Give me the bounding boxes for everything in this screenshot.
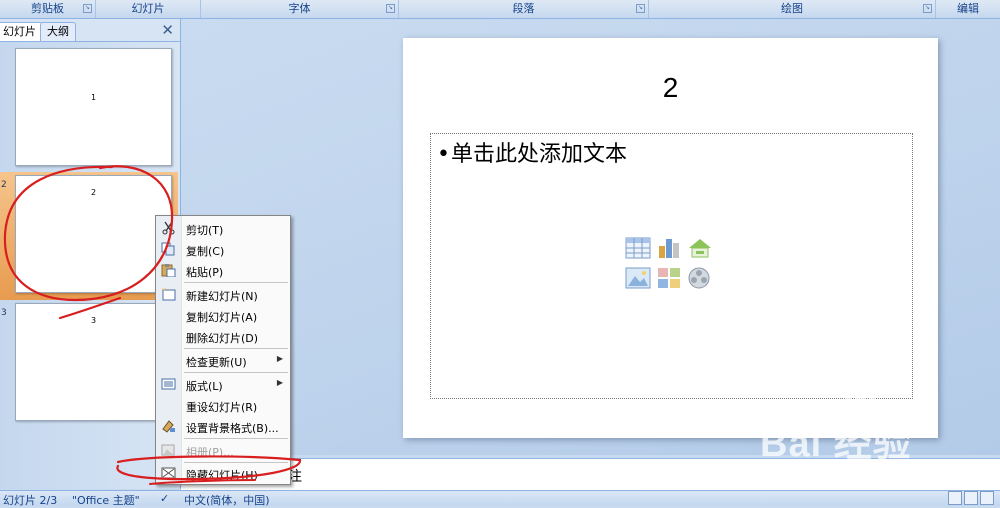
ribbon-group-drawing[interactable]: 绘图 ↘ bbox=[649, 0, 936, 18]
ribbon-group-label: 剪贴板 bbox=[31, 2, 64, 15]
dialog-launcher-icon[interactable]: ↘ bbox=[386, 4, 395, 13]
ribbon-group-label: 字体 bbox=[288, 2, 311, 15]
menu-item-paste[interactable]: 粘贴(P) bbox=[156, 260, 290, 281]
menu-item-label: 剪切(T) bbox=[186, 224, 224, 237]
ribbon-group-label: 幻灯片 bbox=[131, 2, 165, 15]
menu-item-label: 隐藏幻灯片(H) bbox=[186, 469, 258, 482]
language-indicator[interactable]: 中文(简体，中国) bbox=[184, 492, 270, 508]
ribbon-group-labels: 剪贴板 ↘ 幻灯片 字体 ↘ 段落 ↘ 绘图 ↘ 编辑 bbox=[0, 0, 1000, 19]
slide-thumbnail-1[interactable]: 1 bbox=[15, 48, 172, 166]
menu-item-duplicate-slide[interactable]: 复制幻灯片(A) bbox=[156, 305, 290, 326]
paste-icon bbox=[161, 264, 176, 277]
dialog-launcher-icon[interactable]: ↘ bbox=[923, 4, 932, 13]
insert-chart-icon[interactable] bbox=[656, 236, 682, 260]
status-bar: 幻灯片 2/3 "Office 主题" ✓ 中文(简体，中国) bbox=[0, 490, 1000, 508]
menu-item-label: 版式(L) bbox=[186, 380, 223, 393]
slide-number: 2 bbox=[1, 180, 7, 190]
scissors-icon bbox=[162, 221, 175, 235]
menu-separator bbox=[184, 282, 288, 283]
slide-sorter-view-icon[interactable] bbox=[964, 491, 978, 505]
content-placeholder[interactable]: •单击此处添加文本 bbox=[430, 133, 913, 399]
menu-separator bbox=[184, 372, 288, 373]
bullet-label: 单击此处添加文本 bbox=[451, 142, 628, 167]
menu-item-label: 检查更新(U) bbox=[186, 356, 247, 369]
thumbnail-title: 3 bbox=[90, 316, 97, 325]
ribbon-group-label: 编辑 bbox=[957, 2, 979, 15]
slide-thumbnail-3[interactable]: 3 bbox=[15, 303, 172, 421]
menu-item-label: 设置背景格式(B)... bbox=[186, 422, 279, 435]
menu-item-photo-album: 相册(P)... bbox=[156, 440, 290, 461]
slide-counter: 幻灯片 2/3 bbox=[3, 494, 58, 507]
menu-separator bbox=[184, 438, 288, 439]
thumbnail-title: 2 bbox=[90, 188, 97, 197]
new-slide-icon bbox=[162, 288, 176, 301]
ribbon-group-font[interactable]: 字体 ↘ bbox=[201, 0, 399, 18]
menu-item-format-background[interactable]: 设置背景格式(B)... bbox=[156, 416, 290, 437]
menu-item-new-slide[interactable]: 新建幻灯片(N) bbox=[156, 284, 290, 305]
menu-item-label: 复制幻灯片(A) bbox=[186, 311, 258, 324]
menu-item-label: 删除幻灯片(D) bbox=[186, 332, 259, 345]
ribbon-group-label: 绘图 bbox=[781, 2, 803, 15]
hide-slide-icon bbox=[161, 467, 176, 479]
menu-item-cut[interactable]: 剪切(T) bbox=[156, 218, 290, 239]
ribbon-group-editing[interactable]: 编辑 bbox=[936, 0, 1000, 18]
slideshow-view-icon[interactable] bbox=[980, 491, 994, 505]
background-format-icon bbox=[162, 420, 175, 433]
ribbon-group-paragraph[interactable]: 段落 ↘ bbox=[399, 0, 649, 18]
ribbon-group-clipboard[interactable]: 剪贴板 ↘ bbox=[0, 0, 96, 18]
menu-item-hide-slide[interactable]: 隐藏幻灯片(H) bbox=[156, 463, 290, 484]
menu-item-layout[interactable]: 版式(L) ▶ bbox=[156, 374, 290, 395]
insert-picture-icon[interactable] bbox=[625, 266, 651, 290]
watermark-logo: Bai 经验 jingyan.baidu.com bbox=[760, 392, 990, 490]
insert-media-clip-icon[interactable] bbox=[687, 266, 713, 290]
ribbon-group-slides[interactable]: 幻灯片 bbox=[96, 0, 201, 18]
submenu-arrow-icon: ▶ bbox=[276, 378, 283, 387]
slide-number: 3 bbox=[1, 308, 7, 318]
ribbon-group-label: 段落 bbox=[512, 2, 535, 15]
dialog-launcher-icon[interactable]: ↘ bbox=[83, 4, 92, 13]
context-menu: 剪切(T) 复制(C) 粘贴(P) 新建幻灯片(N) 复制幻灯片(A) 删除幻灯… bbox=[155, 215, 291, 485]
menu-item-label: 重设幻灯片(R) bbox=[186, 401, 258, 414]
tab-outline[interactable]: 大纲 bbox=[40, 22, 76, 41]
current-slide[interactable]: 2 •单击此处添加文本 bbox=[403, 38, 938, 438]
menu-item-copy[interactable]: 复制(C) bbox=[156, 239, 290, 260]
slide-title[interactable]: 2 bbox=[403, 72, 938, 104]
menu-item-label: 相册(P)... bbox=[186, 446, 234, 459]
thumbnail-title: 1 bbox=[90, 93, 97, 102]
layout-icon bbox=[161, 378, 176, 390]
pane-tabs: 幻灯片 大纲 ✕ bbox=[0, 19, 180, 42]
normal-view-icon[interactable] bbox=[948, 491, 962, 505]
close-icon[interactable]: ✕ bbox=[161, 21, 174, 39]
submenu-arrow-icon: ▶ bbox=[276, 354, 283, 363]
theme-name[interactable]: "Office 主题" bbox=[72, 492, 140, 508]
menu-item-check-updates[interactable]: 检查更新(U) ▶ bbox=[156, 350, 290, 371]
watermark-url: jingyan.baidu.com bbox=[770, 460, 900, 476]
menu-item-reset-slide[interactable]: 重设幻灯片(R) bbox=[156, 395, 290, 416]
menu-item-label: 粘贴(P) bbox=[186, 266, 224, 279]
spell-check-icon[interactable]: ✓ bbox=[160, 492, 169, 505]
insert-smartart-icon[interactable] bbox=[687, 236, 713, 260]
photo-album-icon bbox=[161, 444, 175, 456]
tab-slides[interactable]: 幻灯片 bbox=[0, 22, 43, 41]
insert-content-icons bbox=[625, 236, 715, 296]
insert-clip-art-icon[interactable] bbox=[656, 266, 682, 290]
dialog-launcher-icon[interactable]: ↘ bbox=[636, 4, 645, 13]
slides-pane: 幻灯片 大纲 ✕ 1 2 2 3 3 bbox=[0, 19, 181, 489]
menu-item-label: 复制(C) bbox=[186, 245, 225, 258]
watermark-brand: Bai 经验 bbox=[760, 423, 912, 465]
copy-icon bbox=[161, 242, 175, 256]
slide-thumbnail-2[interactable]: 2 bbox=[15, 175, 172, 293]
menu-separator bbox=[184, 348, 288, 349]
menu-item-delete-slide[interactable]: 删除幻灯片(D) bbox=[156, 326, 290, 347]
menu-item-label: 新建幻灯片(N) bbox=[186, 290, 258, 303]
insert-table-icon[interactable] bbox=[625, 236, 651, 260]
bullet-text[interactable]: •单击此处添加文本 bbox=[437, 136, 627, 168]
